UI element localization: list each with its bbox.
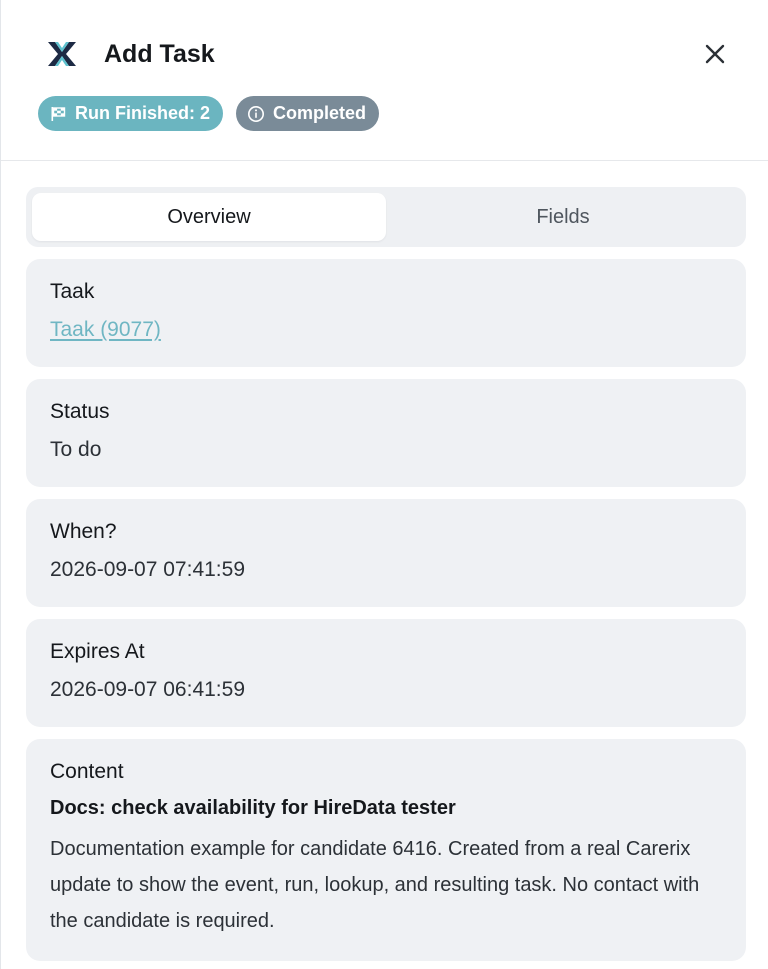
badge-label: Completed xyxy=(273,103,367,123)
when-card: When? 2026-09-07 07:41:59 xyxy=(26,499,746,607)
close-icon[interactable] xyxy=(701,40,729,68)
content-card: Content Docs: check availability for Hir… xyxy=(26,739,746,961)
content-subject: Docs: check availability for HireData te… xyxy=(50,797,456,819)
run-finished-badge: Run Finished: 2 xyxy=(38,96,223,131)
panel-header: Add Task Run Finished: 2 Completed xyxy=(1,0,768,161)
brand-x-logo-icon xyxy=(48,42,76,66)
status-card: Status To do xyxy=(26,379,746,487)
page-title: Add Task xyxy=(104,40,215,68)
completed-badge: Completed xyxy=(236,96,380,131)
tab-fields[interactable]: Fields xyxy=(386,193,740,241)
when-value: 2026-09-07 07:41:59 xyxy=(50,558,245,581)
status-label: Status xyxy=(50,400,110,423)
expires-card: Expires At 2026-09-07 06:41:59 xyxy=(26,619,746,727)
status-badges: Run Finished: 2 Completed xyxy=(38,96,380,131)
status-value: To do xyxy=(50,438,102,461)
info-icon xyxy=(248,105,264,122)
tab-bar: Overview Fields xyxy=(26,187,746,247)
expires-label: Expires At xyxy=(50,640,145,663)
tab-overview[interactable]: Overview xyxy=(32,193,386,241)
badge-label: Run Finished: 2 xyxy=(75,103,210,123)
content-label: Content xyxy=(50,760,124,783)
task-detail-panel: Add Task Run Finished: 2 Completed Overv… xyxy=(0,0,768,969)
taak-link[interactable]: Taak (9077) xyxy=(50,317,161,343)
when-label: When? xyxy=(50,520,117,543)
taak-card: Taak Taak (9077) xyxy=(26,259,746,367)
content-body: Documentation example for candidate 6416… xyxy=(50,838,700,932)
flag-icon xyxy=(51,106,66,121)
taak-label: Taak xyxy=(50,280,95,303)
expires-value: 2026-09-07 06:41:59 xyxy=(50,678,245,701)
